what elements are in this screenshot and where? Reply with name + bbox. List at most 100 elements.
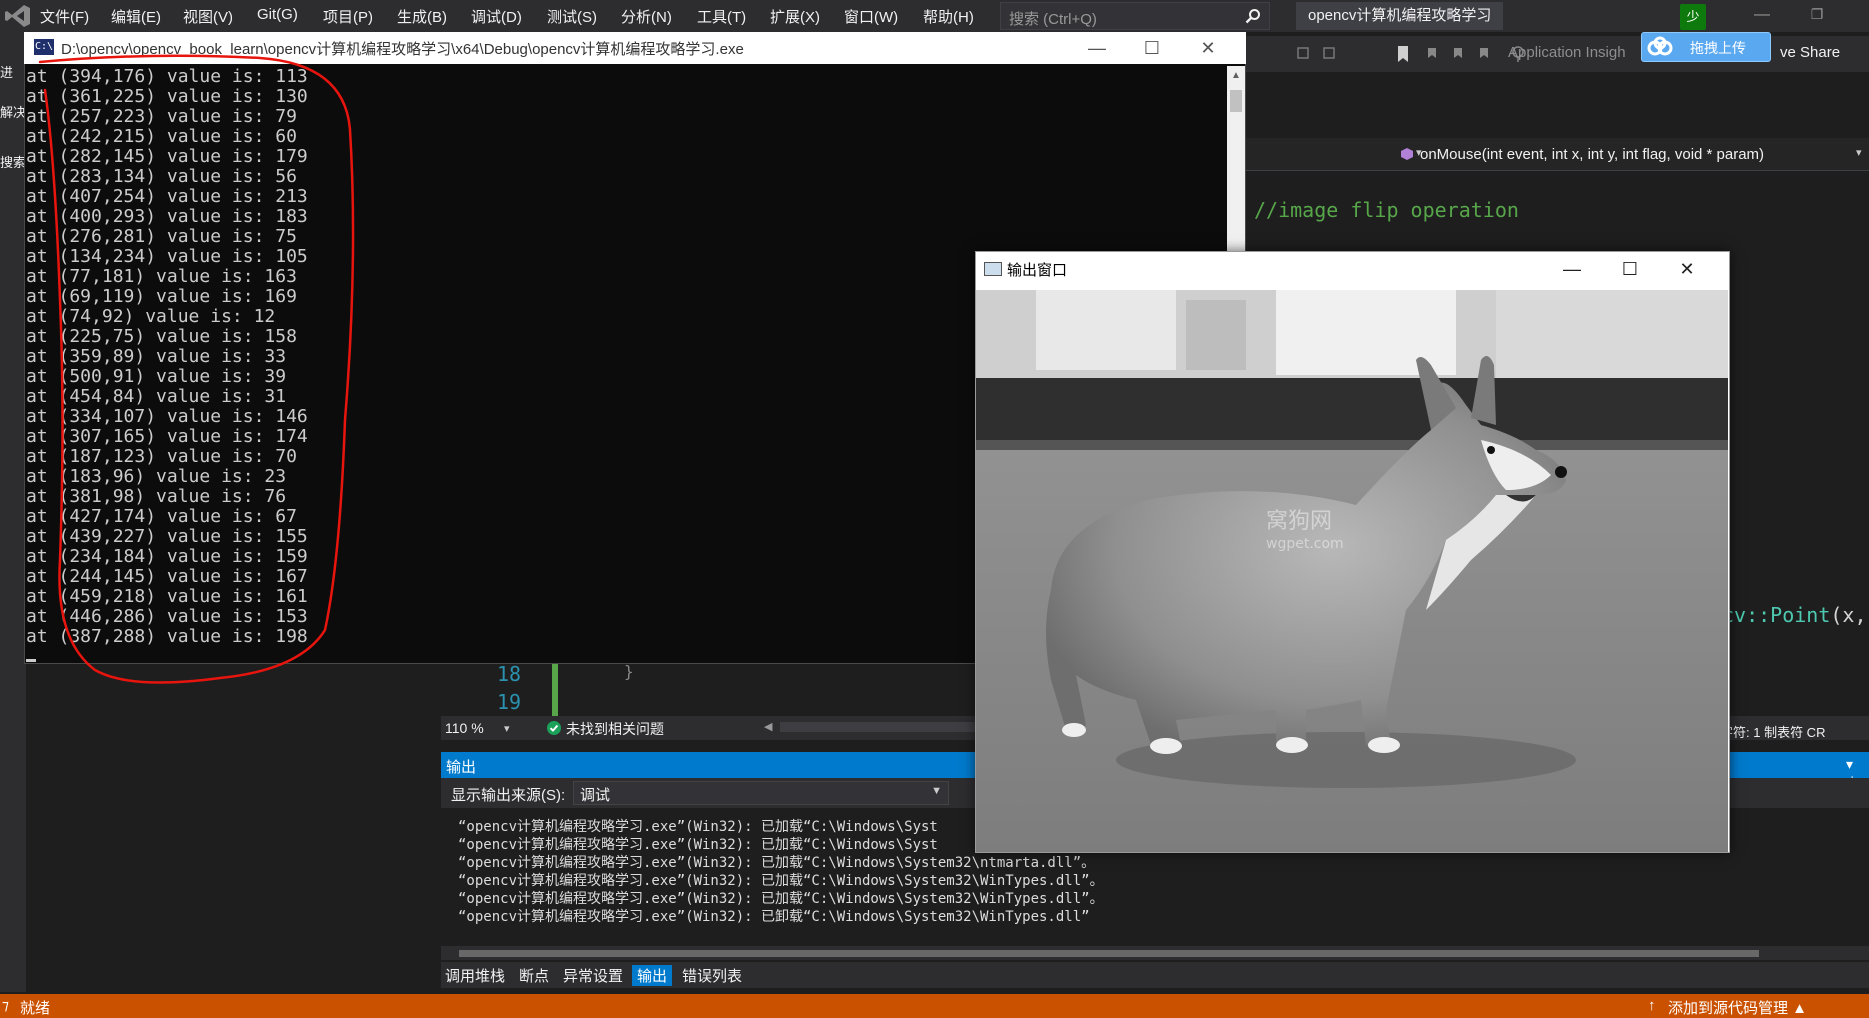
console-line: at (234,184) value is: 159 (26, 546, 308, 567)
output-line: “opencv计算机编程攻略学习.exe”(Win32): 已加载“C:\Win… (458, 891, 1104, 907)
menu-edit[interactable]: 编辑(E) (111, 6, 161, 27)
scrollbar-thumb[interactable] (459, 950, 1759, 957)
solution-explorer-sliver[interactable]: 进 解决 搜索 (0, 32, 26, 992)
zoom-level-dropdown[interactable]: 110 % (445, 720, 484, 736)
output-source-label: 显示输出来源(S): (451, 787, 566, 804)
notification-icon[interactable]: ⁊ (2, 997, 9, 1014)
menu-debug[interactable]: 调试(D) (471, 6, 522, 27)
zoom-dropdown-arrow-icon[interactable]: ▾ (504, 722, 510, 735)
console-line: at (400,293) value is: 183 (26, 206, 308, 227)
console-line: at (407,254) value is: 213 (26, 186, 308, 207)
baidu-cloud-icon (1647, 36, 1673, 56)
menu-build[interactable]: 生成(B) (397, 6, 447, 27)
output-source-select[interactable]: 调试 ▼ (573, 781, 949, 805)
vs-minimize-icon[interactable]: — (1753, 6, 1771, 24)
console-line: at (307,165) value is: 174 (26, 426, 308, 447)
menu-view[interactable]: 视图(V) (183, 6, 233, 27)
method-icon (1401, 148, 1413, 160)
application-insights-button[interactable]: Application Insigh (1508, 44, 1626, 61)
cloud-upload-widget[interactable]: 拖拽上传 (1641, 32, 1771, 62)
menu-window[interactable]: 窗口(W) (844, 6, 898, 27)
sliver-label-1: 进 (0, 65, 14, 80)
menu-test[interactable]: 测试(S) (547, 6, 597, 27)
console-line: at (459,218) value is: 161 (26, 586, 308, 607)
editor-cursor-info: 字符: 1 制表符 CR (1720, 725, 1826, 740)
menu-help[interactable]: 帮助(H) (923, 6, 974, 27)
visual-studio-logo-icon (5, 5, 30, 27)
sliver-label-2: 解决 (0, 105, 27, 120)
console-close-button[interactable]: ✕ (1186, 35, 1230, 61)
scrollbar-thumb[interactable] (1230, 90, 1242, 112)
image-window-maximize-button[interactable]: ☐ (1608, 256, 1652, 282)
add-to-source-control-button[interactable]: 添加到源代码管理 ▲ (1668, 997, 1807, 1018)
console-cursor (26, 659, 36, 662)
change-indicator-bar (552, 660, 558, 718)
output-horizontal-scrollbar[interactable] (441, 946, 1869, 960)
menu-git[interactable]: Git(G) (257, 6, 298, 23)
menu-project[interactable]: 项目(P) (323, 6, 373, 27)
output-line: “opencv计算机编程攻略学习.exe”(Win32): 已加载“C:\Win… (458, 819, 938, 835)
search-icon (1245, 9, 1260, 24)
console-line: at (454,84) value is: 31 (26, 386, 287, 407)
code-type: cv::Point (1722, 603, 1831, 627)
tab-call-stack[interactable]: 调用堆栈 (440, 965, 510, 986)
console-line: at (134,234) value is: 105 (26, 246, 308, 267)
console-line: at (439,227) value is: 155 (26, 526, 308, 547)
console-line: at (242,215) value is: 60 (26, 126, 297, 147)
tab-breakpoints[interactable]: 断点 (514, 965, 554, 986)
image-window-close-button[interactable]: ✕ (1665, 256, 1709, 282)
code-comment[interactable]: //image flip operation (1254, 198, 1519, 222)
menu-extensions[interactable]: 扩展(X) (770, 6, 820, 27)
console-line: at (69,119) value is: 169 (26, 286, 297, 307)
console-minimize-button[interactable]: — (1075, 35, 1119, 61)
console-line: at (244,145) value is: 167 (26, 566, 308, 587)
console-line: at (276,281) value is: 75 (26, 226, 297, 247)
tab-exception-settings[interactable]: 异常设置 (558, 965, 628, 986)
console-line: at (359,89) value is: 33 (26, 346, 287, 367)
grayscale-corgi-image[interactable]: 窝狗网 wgpet.com (976, 290, 1728, 852)
image-window-minimize-button[interactable]: — (1550, 256, 1594, 282)
line-number-19: 19 (497, 690, 522, 714)
output-line: “opencv计算机编程攻略学习.exe”(Win32): 已加载“C:\Win… (458, 855, 1096, 871)
image-window-title: 输出窗口 (1007, 262, 1068, 279)
code-brace[interactable]: } (624, 662, 634, 681)
menu-file[interactable]: 文件(F) (40, 6, 89, 27)
live-share-button[interactable]: ve Share (1780, 44, 1840, 61)
console-line: at (282,145) value is: 179 (26, 146, 308, 167)
sliver-label-3: 搜索 (0, 155, 27, 170)
menu-analyze[interactable]: 分析(N) (621, 6, 672, 27)
tab-output[interactable]: 输出 (632, 965, 673, 986)
search-placeholder: 搜索 (Ctrl+Q) (1009, 11, 1097, 28)
issues-indicator[interactable]: 未找到相关问题 (566, 719, 664, 739)
member-dropdown-arrow-icon[interactable]: ▾ (1856, 146, 1862, 159)
status-ready-text: 就绪 (20, 1000, 51, 1017)
search-input[interactable]: 搜索 (Ctrl+Q) (1000, 2, 1270, 30)
solution-name: opencv计算机编程攻略学习 (1296, 2, 1504, 30)
scroll-up-icon[interactable]: ▲ (1231, 70, 1241, 81)
line-number-gutter: 18 19 (441, 660, 971, 718)
code-args: (x, (1830, 603, 1867, 627)
console-line: at (74,92) value is: 12 (26, 306, 276, 327)
code-fragment[interactable]: cv::Point(x, (1722, 603, 1867, 627)
tab-error-list[interactable]: 错误列表 (677, 965, 747, 986)
no-issues-check-icon (547, 721, 561, 735)
console-line: at (187,123) value is: 70 (26, 446, 297, 467)
window-app-icon (984, 262, 1002, 276)
console-maximize-button[interactable]: ☐ (1130, 35, 1174, 61)
console-title: D:\opencv\opencv_book_learn\opencv计算机编程攻… (61, 41, 744, 58)
console-line: at (446,286) value is: 153 (26, 606, 308, 627)
console-line: at (394,176) value is: 113 (26, 66, 308, 87)
console-line: at (283,134) value is: 56 (26, 166, 297, 187)
scroll-left-icon[interactable]: ◀ (764, 720, 772, 733)
account-avatar[interactable]: 少 (1680, 4, 1706, 30)
toolbar-icons[interactable] (1294, 44, 1534, 64)
output-source-value: 调试 (580, 787, 611, 804)
chevron-down-icon: ▼ (931, 785, 942, 797)
line-number-18: 18 (497, 662, 522, 686)
menu-tools[interactable]: 工具(T) (697, 6, 746, 27)
function-dropdown[interactable]: onMouse(int event, int x, int y, int fla… (1420, 146, 1764, 163)
vs-restore-icon[interactable]: ❐ (1808, 6, 1826, 24)
arrow-up-icon: ↑ (1648, 997, 1656, 1014)
editor-horizontal-scrollbar[interactable] (780, 722, 980, 732)
console-line: at (183,96) value is: 23 (26, 466, 287, 487)
